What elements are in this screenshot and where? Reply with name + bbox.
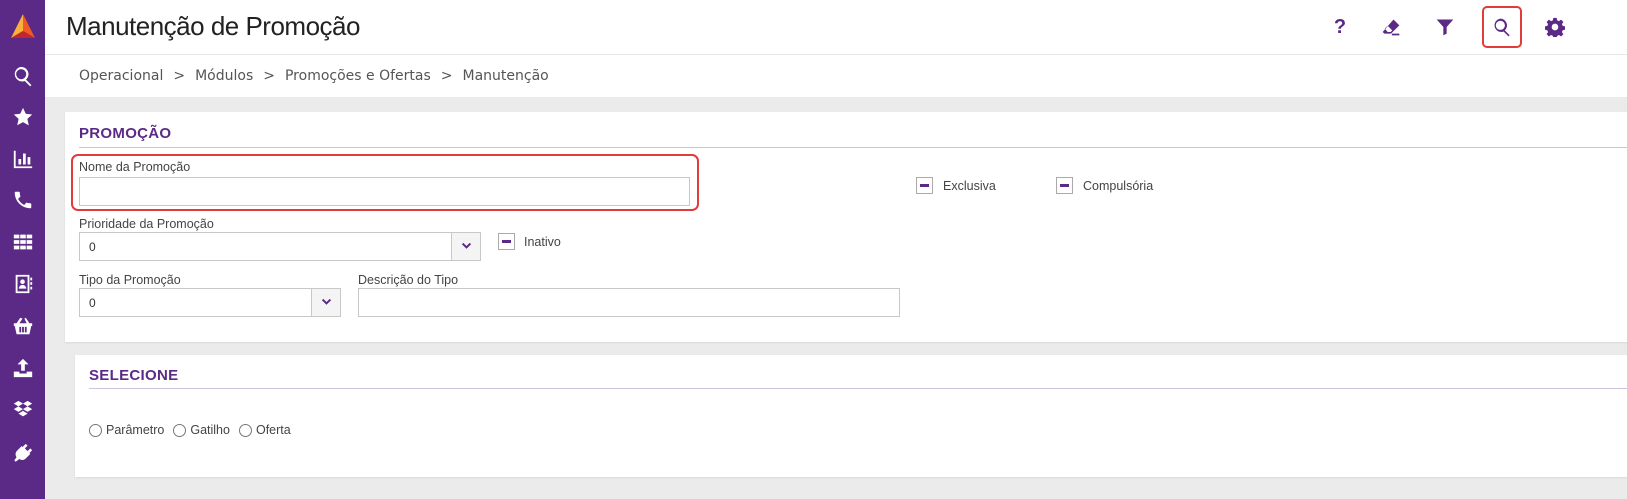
page-title: Manutenção de Promoção (66, 11, 360, 41)
compulsoria-checkbox[interactable] (1056, 177, 1073, 194)
help-icon: ? (1333, 15, 1347, 38)
filter-icon (1436, 19, 1454, 36)
inativo-checkbox[interactable] (498, 233, 515, 250)
radio-oferta[interactable]: Oferta (238, 423, 291, 437)
upload-icon[interactable] (0, 348, 45, 388)
radio-button[interactable] (238, 423, 252, 437)
indeterminate-icon (1060, 184, 1069, 187)
logo-icon[interactable] (0, 6, 45, 46)
prioridade-value: 0 (89, 240, 96, 254)
selecione-radio-group: Parâmetro Gatilho Oferta (89, 423, 300, 437)
chevron-down-icon[interactable] (311, 289, 340, 316)
inativo-label: Inativo (524, 235, 561, 249)
phone-icon[interactable] (0, 180, 45, 220)
tipo-value: 0 (89, 296, 96, 310)
grid-icon[interactable] (0, 222, 45, 262)
radio-label: Gatilho (190, 423, 230, 437)
filter-button[interactable] (1426, 8, 1464, 46)
nome-label: Nome da Promoção (79, 160, 191, 174)
radio-label: Oferta (255, 423, 291, 437)
descricao-label: Descrição do Tipo (358, 273, 459, 287)
tipo-label: Tipo da Promoção (79, 273, 181, 287)
search-button[interactable] (1482, 6, 1522, 48)
compulsoria-label: Compulsória (1083, 179, 1154, 193)
radio-gatilho[interactable]: Gatilho (173, 423, 230, 437)
exclusiva-checkbox[interactable] (916, 177, 933, 194)
section-divider (89, 388, 1627, 389)
search-icon[interactable] (0, 56, 45, 96)
radio-parametro[interactable]: Parâmetro (89, 423, 164, 437)
basket-icon[interactable] (0, 306, 45, 346)
breadcrumb-item[interactable]: Operacional (79, 68, 163, 84)
eraser-icon (1382, 19, 1400, 36)
exclusiva-label: Exclusiva (943, 179, 996, 193)
indeterminate-icon (920, 184, 929, 187)
search-icon (1494, 18, 1510, 37)
promocao-section-title: PROMOÇÃO (79, 125, 172, 142)
promocao-card: PROMOÇÃO Nome da Promoção Exclusiva Comp… (65, 112, 1627, 342)
header: Manutenção de Promoção ? (45, 0, 1627, 55)
selecione-card: SELECIONE Parâmetro Gatilho Oferta (75, 355, 1627, 477)
prioridade-select[interactable]: 0 (79, 232, 481, 261)
section-divider (79, 147, 1627, 148)
star-icon[interactable] (0, 97, 45, 137)
tipo-select[interactable]: 0 (79, 288, 341, 317)
breadcrumb-item: Manutenção (462, 68, 549, 84)
help-button[interactable]: ? (1321, 8, 1359, 46)
contact-book-icon[interactable] (0, 264, 45, 304)
breadcrumb-separator: > (263, 68, 275, 84)
plug-icon[interactable] (0, 433, 45, 473)
breadcrumb-separator: > (173, 68, 186, 84)
breadcrumb: Operacional > Módulos > Promoções e Ofer… (79, 68, 549, 84)
selecione-section-title: SELECIONE (89, 367, 179, 384)
chevron-down-icon[interactable] (451, 233, 480, 260)
gear-icon (1545, 17, 1565, 37)
settings-button[interactable] (1536, 8, 1574, 46)
breadcrumb-separator: > (440, 68, 453, 84)
indeterminate-icon (502, 240, 511, 243)
content-area: PROMOÇÃO Nome da Promoção Exclusiva Comp… (45, 97, 1627, 499)
eraser-button[interactable] (1372, 8, 1410, 46)
radio-button[interactable] (173, 423, 187, 437)
breadcrumb-item[interactable]: Módulos (195, 68, 253, 84)
prioridade-label: Prioridade da Promoção (79, 217, 214, 231)
breadcrumb-item[interactable]: Promoções e Ofertas (285, 68, 431, 84)
boxes-icon[interactable] (0, 390, 45, 430)
nome-promocao-input[interactable] (79, 177, 690, 206)
sidebar (0, 0, 45, 499)
radio-button[interactable] (89, 423, 102, 437)
radio-label: Parâmetro (106, 423, 165, 437)
bar-chart-icon[interactable] (0, 139, 45, 179)
descricao-tipo-input[interactable] (358, 288, 900, 317)
